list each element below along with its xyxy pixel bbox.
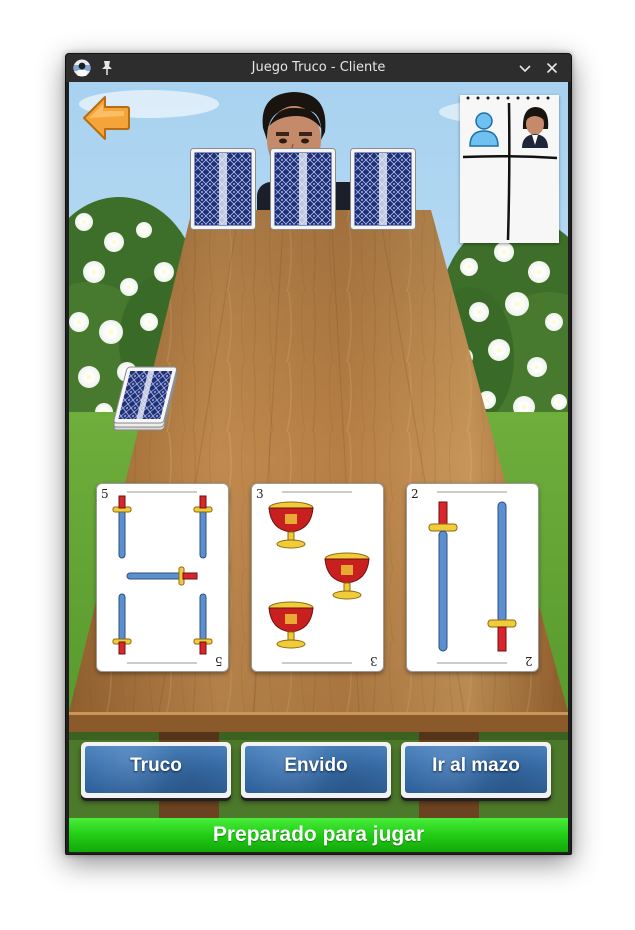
status-bar: Preparado para jugar: [69, 818, 568, 852]
scoreboard: [460, 95, 559, 243]
opponent-card-back: [350, 148, 416, 230]
envido-button[interactable]: Envido: [241, 742, 391, 798]
ir-al-mazo-label: Ir al mazo: [432, 755, 520, 776]
title-bar: Juego Truco - Cliente: [66, 54, 571, 82]
card-number: 5: [215, 654, 223, 668]
game-window: Juego Truco - Cliente 5 5 3 3 2 2 Truco …: [65, 53, 572, 855]
status-text: Preparado para jugar: [212, 823, 425, 846]
card-number: 3: [370, 654, 378, 668]
chevron-down-icon[interactable]: [517, 60, 533, 76]
copas-icon: [268, 491, 370, 664]
ir-al-mazo-button[interactable]: Ir al mazo: [401, 742, 551, 798]
envido-label: Envido: [284, 755, 348, 776]
truco-button[interactable]: Truco: [81, 742, 231, 798]
back-arrow-icon[interactable]: [81, 94, 131, 142]
espadas-icon: [428, 491, 517, 664]
truco-label: Truco: [130, 755, 182, 776]
opponent-card-back: [270, 148, 336, 230]
opponent-card-back: [190, 148, 256, 230]
player-avatar-icon: [469, 112, 499, 147]
close-icon[interactable]: [544, 60, 560, 76]
hand-card-1[interactable]: 5 5: [96, 483, 229, 672]
opponent-avatar-icon: [522, 107, 549, 148]
card-deck: [113, 366, 178, 431]
hand-card-3[interactable]: 2 2: [406, 483, 539, 672]
window-title: Juego Truco - Cliente: [251, 60, 386, 75]
card-number: 2: [525, 654, 533, 668]
espadas-icon: [112, 491, 213, 664]
game-area: 5 5 3 3 2 2 Truco Envido Ir al mazo Prep…: [69, 82, 568, 852]
hand-card-2[interactable]: 3 3: [251, 483, 384, 672]
